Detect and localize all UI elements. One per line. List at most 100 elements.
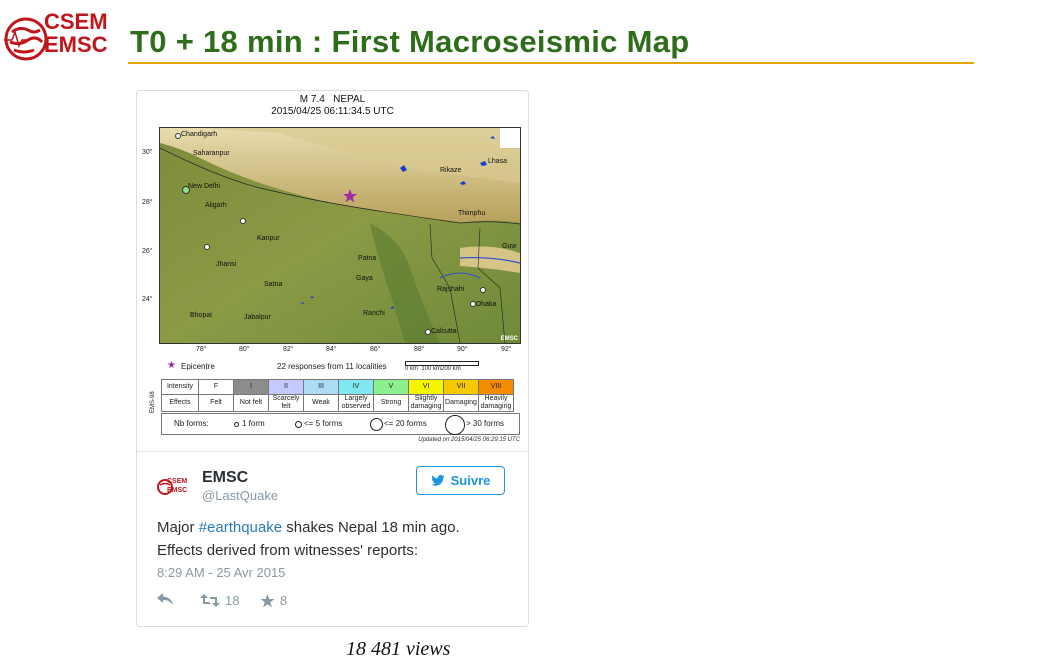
effect-cell: Not felt <box>233 394 269 412</box>
effect-cell: Slightly damaging <box>408 394 444 412</box>
city-label: Kanpur <box>257 235 280 242</box>
city-marker <box>204 244 210 250</box>
city-label: Patna <box>358 255 377 262</box>
nb-forms-label: Nb forms: <box>174 419 209 428</box>
intensity-cell: VIII <box>478 379 514 395</box>
title-underline <box>128 62 974 64</box>
city-label: Gaya <box>356 275 373 282</box>
circle-5-icon <box>295 421 302 428</box>
logo-wordmark: CSEM EMSC <box>44 10 108 56</box>
favorite-action[interactable]: 8 <box>260 593 287 608</box>
city-label: Rikaze <box>440 167 462 174</box>
retweet-count: 18 <box>225 593 240 608</box>
embedded-tweet-card: M 7.4 NEPAL 2015/04/25 06:11:34.5 UTC Ch… <box>136 90 529 627</box>
city-label: Ranchi <box>363 310 385 317</box>
lon-label: 82° <box>283 346 294 353</box>
epicentre-star-icon <box>343 189 357 203</box>
reply-icon <box>157 593 173 605</box>
lat-label: 28° <box>142 199 153 206</box>
lon-label: 92° <box>501 346 512 353</box>
intensity-cell: F <box>198 379 234 395</box>
circle-1-icon <box>234 422 239 427</box>
emsc-avatar[interactable]: CSEM EMSC <box>157 473 191 497</box>
logo-line-emsc: EMSC <box>44 32 108 57</box>
tweet-timestamp[interactable]: 8:29 AM - 25 Avr 2015 <box>157 565 285 580</box>
effect-cell: Strong <box>373 394 409 412</box>
city-label: Lhasa <box>488 158 508 165</box>
effects-header: Effects <box>161 394 199 412</box>
view-count: 18 481 views <box>346 638 451 660</box>
intensity-cell: V <box>373 379 409 395</box>
form-30-label: > 30 forms <box>466 419 505 428</box>
lon-label: 90° <box>457 346 468 353</box>
follow-label: Suivre <box>450 473 491 488</box>
lon-label: 84° <box>326 346 337 353</box>
form-5-label: <= 5 forms <box>304 419 343 428</box>
lat-label: 26° <box>142 248 153 255</box>
map-watermark: EMSC <box>500 336 518 342</box>
ems-label: EMS-98 <box>150 391 156 413</box>
effect-cell: Damaging <box>443 394 479 412</box>
intensity-cell: III <box>303 379 339 395</box>
svg-text:CSEM: CSEM <box>167 478 187 485</box>
form-1-label: 1 form <box>242 419 265 428</box>
hashtag-link[interactable]: #earthquake <box>199 519 282 536</box>
intensity-header: Intensity <box>161 379 199 395</box>
retweet-action[interactable]: 18 <box>200 593 239 608</box>
macroseismic-map-image[interactable]: M 7.4 NEPAL 2015/04/25 06:11:34.5 UTC Ch… <box>137 91 528 451</box>
page-title: T0 + 18 min : First Macroseismic Map <box>130 24 690 59</box>
circle-30-icon <box>445 415 465 435</box>
city-label: Rajshahi <box>437 286 465 293</box>
city-label: Aligarh <box>205 202 227 209</box>
twitter-bird-icon <box>431 475 445 486</box>
intensity-cell: VI <box>408 379 444 395</box>
map-event-datetime: 2015/04/25 06:11:34.5 UTC <box>271 106 394 117</box>
lon-label: 88° <box>414 346 425 353</box>
lon-label: 86° <box>370 346 381 353</box>
city-label: Jabalpur <box>244 314 271 321</box>
favorite-count: 8 <box>280 593 288 608</box>
svg-text:EMSC: EMSC <box>167 487 187 494</box>
intensity-cell: I <box>233 379 269 395</box>
tweet-text-before: Major <box>157 519 199 536</box>
tweet-author-name[interactable]: EMSC <box>202 469 248 487</box>
city-marker <box>480 287 486 293</box>
intensity-cell: II <box>268 379 304 395</box>
epicentre-legend-star-icon: ★ <box>167 360 176 371</box>
city-label: Chandigarh <box>181 131 218 138</box>
lon-label: 78° <box>196 346 207 353</box>
csem-emsc-logo: CSEM EMSC <box>4 10 116 66</box>
map-updated-time: Updated on 2015/04/25 06:29:15 UTC <box>418 437 520 443</box>
city-label: Saharanpur <box>193 150 230 157</box>
reply-action[interactable] <box>157 593 174 606</box>
city-label: Guw <box>502 243 517 250</box>
tweet-divider <box>137 451 528 452</box>
follow-button[interactable]: Suivre <box>416 466 505 495</box>
map-terrain: Chandigarh Saharanpur New Delhi Aligarh … <box>159 127 521 344</box>
tweet-text: Major #earthquake shakes Nepal 18 min ag… <box>157 516 507 562</box>
city-marker <box>240 218 246 224</box>
city-label: Calcutta <box>431 328 457 335</box>
city-label: Bhopal <box>190 312 212 319</box>
city-label: Satna <box>264 281 283 288</box>
intensity-row: Intensity F I II III IV V VI VII VIII <box>161 379 514 395</box>
legend-epicentre: Epicentre <box>181 362 215 371</box>
tweet-author-handle[interactable]: @LastQuake <box>202 488 278 503</box>
logo-line-csem: CSEM <box>44 9 108 34</box>
effect-cell: Largely observed <box>338 394 374 412</box>
terrain-svg <box>160 128 520 343</box>
lat-label: 30° <box>142 149 153 156</box>
map-event-title: M 7.4 NEPAL <box>299 94 366 105</box>
city-label: Dhaka <box>476 301 497 308</box>
city-label: Thimphu <box>458 210 486 217</box>
lon-label: 80° <box>239 346 250 353</box>
effects-row: Effects Felt Not felt Scarcely felt Weak… <box>161 394 514 412</box>
lat-label: 24° <box>142 296 153 303</box>
intensity-table: Intensity F I II III IV V VI VII VIII Ef… <box>161 379 514 412</box>
map-header: M 7.4 NEPAL 2015/04/25 06:11:34.5 UTC <box>137 94 528 118</box>
scale-bar: 0 km 100 km200 km <box>405 361 479 375</box>
circle-20-icon <box>370 418 383 431</box>
retweet-icon <box>200 594 220 607</box>
intensity-cell: IV <box>338 379 374 395</box>
form-20-label: <= 20 forms <box>384 419 427 428</box>
